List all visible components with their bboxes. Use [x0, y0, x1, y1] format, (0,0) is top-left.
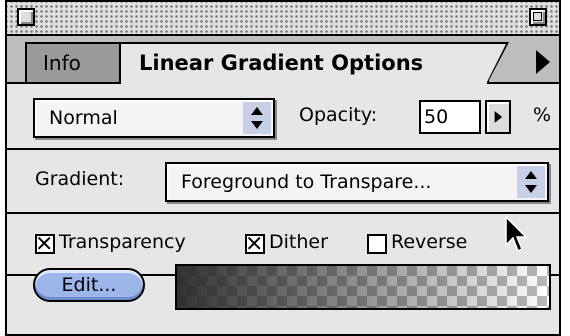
collapse-box[interactable]: [529, 8, 547, 26]
popup-arrows-icon: [243, 102, 271, 134]
edit-button[interactable]: Edit...: [33, 268, 145, 302]
transparency-label[interactable]: Transparency: [59, 231, 186, 253]
dither-label[interactable]: Dither: [269, 231, 328, 253]
linear-gradient-palette: Info Linear Gradient Options Normal Opac…: [5, 0, 561, 336]
gradient-label: Gradient:: [35, 168, 125, 190]
mouse-pointer-icon: [505, 215, 528, 253]
blend-mode-value: Normal: [49, 107, 118, 129]
gradient-value: Foreground to Transpare...: [181, 171, 432, 193]
divider: [7, 212, 559, 214]
gradient-preview: [175, 264, 551, 310]
opacity-slider-arrow-icon[interactable]: [485, 100, 511, 134]
transparency-checkbox[interactable]: [35, 234, 55, 254]
opacity-field[interactable]: 50: [419, 100, 481, 134]
opacity-unit: %: [533, 104, 552, 126]
divider: [7, 148, 559, 150]
palette-menu-arrow-icon[interactable]: [527, 44, 557, 80]
dither-checkbox[interactable]: [245, 234, 265, 254]
blend-mode-select[interactable]: Normal: [33, 98, 275, 138]
close-box[interactable]: [17, 8, 35, 26]
reverse-checkbox[interactable]: [367, 234, 387, 254]
opacity-label: Opacity:: [299, 104, 378, 126]
gradient-select[interactable]: Foreground to Transpare...: [165, 162, 549, 202]
tab-row: Info Linear Gradient Options: [7, 36, 559, 84]
palette-titlebar[interactable]: [7, 2, 559, 36]
tab-info[interactable]: Info: [25, 42, 121, 82]
reverse-label[interactable]: Reverse: [391, 231, 467, 253]
tab-linear-gradient-options[interactable]: Linear Gradient Options: [119, 42, 509, 84]
popup-arrows-icon: [517, 166, 545, 198]
